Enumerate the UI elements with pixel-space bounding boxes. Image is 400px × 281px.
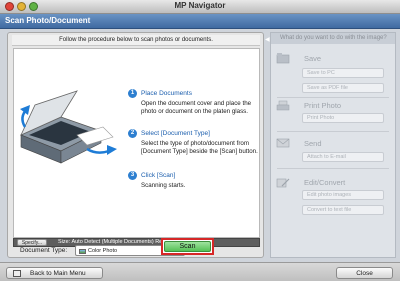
divider — [277, 168, 389, 169]
save-to-pc-button[interactable]: Save to PC — [302, 68, 384, 78]
chevron-left-icon[interactable]: ◀ — [265, 35, 270, 46]
send-section-title: Send — [304, 139, 322, 148]
step-description: Scanning starts. — [141, 182, 186, 189]
step-number: 3 — [128, 171, 137, 180]
title-bar: MP Navigator — [0, 0, 400, 14]
scan-panel: Follow the procedure below to scan photo… — [7, 32, 264, 258]
instruction-text: Follow the procedure below to scan photo… — [12, 35, 260, 46]
document-type-value: Color Photo — [88, 248, 118, 254]
document-type-label: Document Type: — [20, 247, 68, 254]
photo-icon — [79, 249, 86, 254]
attach-email-button[interactable]: Attach to E-mail — [302, 152, 384, 162]
step-number: 2 — [128, 129, 137, 138]
page-title: Scan Photo/Document — [5, 16, 91, 25]
page-header: Scan Photo/Document — [0, 14, 400, 29]
step-title: Click [Scan] — [141, 172, 176, 179]
mail-icon — [276, 138, 290, 148]
close-button[interactable]: Close — [336, 267, 393, 279]
back-icon — [13, 270, 21, 277]
divider — [277, 131, 389, 132]
back-label: Back to Main Menu — [30, 270, 86, 277]
step-title: Select [Document Type] — [141, 130, 210, 137]
steps-area: 1 Place Documents Open the document cove… — [13, 48, 260, 238]
save-as-pdf-button[interactable]: Save as PDF file — [302, 83, 384, 93]
scan-button[interactable]: Scan — [164, 241, 211, 252]
scan-button-highlight: Scan — [161, 238, 214, 255]
window-title: MP Navigator — [174, 1, 226, 10]
divider — [277, 97, 389, 98]
print-section-title: Print Photo — [304, 101, 342, 110]
step-description: Open the document cover and place the ph… — [141, 100, 252, 115]
back-to-main-menu-button[interactable]: Back to Main Menu — [6, 267, 103, 279]
save-section-title: Save — [304, 54, 322, 63]
edit-photo-button[interactable]: Edit photo images — [302, 190, 384, 200]
print-icon — [276, 100, 290, 111]
print-photo-button[interactable]: Print Photo — [302, 113, 384, 123]
action-panel: ◀ What do you want to do with the image?… — [265, 32, 396, 258]
edit-icon — [276, 178, 290, 188]
step-title: Place Documents — [141, 90, 192, 97]
action-panel-title: What do you want to do with the image? — [280, 35, 387, 41]
document-type-row: Document Type: Color Photo ⇕ — [20, 245, 260, 259]
scanner-illustration — [19, 90, 117, 164]
edit-section-title: Edit/Convert — [304, 178, 346, 187]
step-number: 1 — [128, 89, 137, 98]
step-description: Select the type of photo/document from [… — [141, 140, 258, 155]
convert-text-button[interactable]: Convert to text file — [302, 205, 384, 215]
content-area: Follow the procedure below to scan photo… — [0, 29, 400, 262]
save-icon — [276, 53, 290, 64]
footer-bar: Back to Main Menu Close — [0, 262, 400, 281]
action-panel-header: ◀ What do you want to do with the image? — [265, 33, 395, 44]
